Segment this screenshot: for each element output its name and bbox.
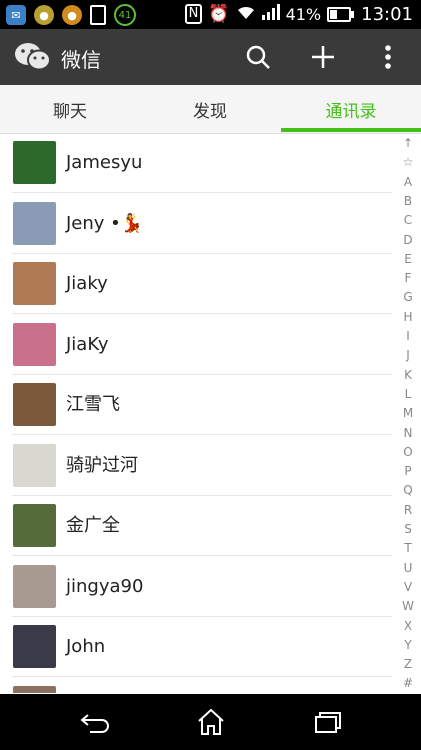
tab-chats[interactable]: 聊天: [0, 85, 140, 133]
index-letter[interactable]: I: [398, 330, 418, 342]
index-letter[interactable]: P: [398, 465, 418, 477]
app-icon-orange: ●: [62, 5, 82, 25]
index-letter[interactable]: O: [398, 446, 418, 458]
index-letter[interactable]: W: [398, 600, 418, 612]
contact-name: 江雪飞: [66, 394, 120, 415]
contact-row[interactable]: John: [0, 617, 396, 677]
index-letter[interactable]: ☆: [398, 156, 418, 168]
contact-name: Jiaky: [66, 273, 108, 294]
app-title: 微信: [61, 48, 101, 72]
contact-row[interactable]: Jamesyu: [0, 133, 396, 193]
contact-name: Jamesyu: [66, 152, 143, 173]
phone-icon: [90, 5, 106, 25]
index-letter[interactable]: C: [398, 214, 418, 226]
recents-icon: [315, 712, 341, 733]
contact-name: jingya90: [66, 575, 144, 597]
status-bar: ✉ ● ● 41 N ⏰ 41% 13:01: [0, 0, 421, 29]
index-letter[interactable]: E: [398, 253, 418, 265]
index-letter[interactable]: R: [398, 504, 418, 516]
chat-app-icon: ✉: [6, 5, 26, 25]
index-letter[interactable]: M: [398, 407, 418, 419]
plus-icon: [312, 46, 334, 68]
battery-percent: 41%: [285, 4, 322, 24]
avatar: [13, 262, 56, 305]
back-icon: [80, 714, 109, 733]
home-icon: [198, 708, 224, 735]
contact-row[interactable]: Jiaky: [0, 254, 396, 314]
avatar: [13, 322, 56, 366]
index-letter[interactable]: D: [398, 234, 418, 246]
index-letter[interactable]: V: [398, 581, 418, 593]
alphabet-index[interactable]: ↑ ☆ A B C D E F G H I J K L M N O P Q R S T U V W X Y Z #: [398, 133, 418, 693]
contact-row[interactable]: [0, 678, 396, 693]
index-letter[interactable]: B: [398, 195, 418, 207]
index-letter[interactable]: J: [398, 349, 418, 361]
app-bar: 微信: [0, 29, 421, 85]
index-letter[interactable]: A: [398, 176, 418, 188]
contact-name: JiaKy: [66, 333, 109, 355]
index-letter[interactable]: F: [398, 272, 418, 284]
add-button[interactable]: [303, 37, 343, 77]
system-nav-bar: [0, 694, 421, 750]
contact-row[interactable]: Jeny •💃: [0, 194, 396, 254]
index-letter[interactable]: S: [398, 523, 418, 535]
tab-bar: 聊天 发现 通讯录: [0, 85, 421, 134]
avatar: [13, 564, 56, 608]
wechat-logo-icon: [14, 41, 52, 73]
tab-contacts[interactable]: 通讯录: [281, 85, 421, 133]
contact-name: 金广全: [66, 515, 120, 536]
more-icon: [385, 45, 391, 69]
avatar: [13, 383, 56, 426]
status-right: N ⏰ 41% 13:01: [184, 3, 413, 25]
index-letter[interactable]: Y: [398, 639, 418, 651]
index-letter[interactable]: L: [398, 388, 418, 400]
home-button[interactable]: [186, 704, 236, 740]
recents-button[interactable]: [303, 704, 353, 740]
contact-row[interactable]: 江雪飞: [0, 375, 396, 435]
alarm-icon: ⏰: [208, 4, 230, 24]
status-left-icons: ✉ ● ● 41: [6, 4, 136, 26]
search-icon: [246, 45, 270, 69]
avatar: [13, 504, 56, 547]
avatar: [13, 625, 56, 668]
contact-row[interactable]: 骑驴过河: [0, 436, 396, 496]
avatar: [13, 201, 56, 245]
index-letter[interactable]: K: [398, 369, 418, 381]
more-button[interactable]: [368, 37, 408, 77]
contact-name: 骑驴过河: [66, 454, 138, 476]
index-letter[interactable]: X: [398, 620, 418, 632]
app-icon-yellow: ●: [34, 5, 54, 25]
battery-icon: [327, 6, 355, 22]
index-letter[interactable]: T: [398, 542, 418, 554]
index-letter[interactable]: ↑: [398, 137, 418, 149]
avatar: [13, 141, 56, 184]
index-letter[interactable]: N: [398, 427, 418, 439]
back-button[interactable]: [70, 704, 120, 740]
avatar: [13, 443, 56, 487]
tab-discover[interactable]: 发现: [140, 85, 280, 133]
badge-41-icon: 41: [114, 4, 136, 26]
avatar: [13, 685, 56, 693]
contact-row[interactable]: jingya90: [0, 557, 396, 617]
contact-row[interactable]: JiaKy: [0, 315, 396, 375]
contact-list[interactable]: Jamesyu Jeny •💃 Jiaky JiaKy 江雪飞骑驴过河金广全 jingya…: [0, 133, 396, 693]
index-letter[interactable]: H: [398, 311, 418, 323]
index-letter[interactable]: Z: [398, 658, 418, 670]
nfc-icon: N: [184, 4, 203, 24]
contact-row[interactable]: 金广全: [0, 496, 396, 556]
clock: 13:01: [361, 3, 413, 25]
signal-icon: [261, 4, 280, 24]
wifi-icon: [236, 4, 256, 24]
search-button[interactable]: [238, 37, 278, 77]
index-letter[interactable]: G: [398, 291, 418, 303]
contact-name: John: [66, 636, 106, 657]
active-tab-indicator: [281, 128, 421, 132]
contact-name: Jeny •💃: [66, 212, 144, 234]
index-letter[interactable]: U: [398, 562, 418, 574]
badge-count: 41: [118, 9, 132, 21]
index-letter[interactable]: Q: [398, 484, 418, 496]
index-letter[interactable]: #: [398, 677, 418, 689]
